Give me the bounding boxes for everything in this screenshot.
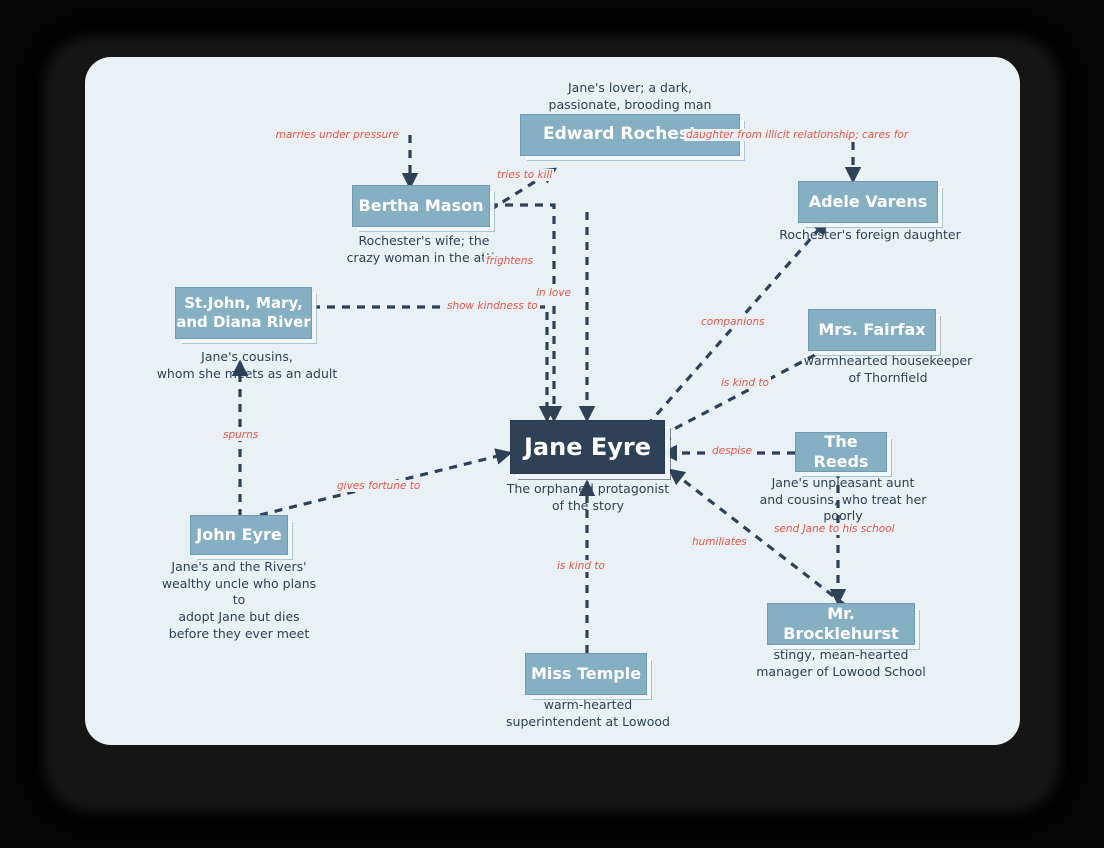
diagram-canvas: Edward Rochester Jane's lover; a dark, p… — [85, 57, 1020, 745]
edge-label-bertha-jane-kill: tries to kill — [495, 169, 555, 181]
node-label: Mr. Brocklehurst — [783, 604, 899, 643]
edge-label-temple-jane: is kind to — [555, 560, 607, 572]
edge-label-brocklehurst-jane: humiliates — [690, 536, 749, 548]
edge-fairfax-jane — [652, 353, 816, 441]
edge-label-rochester-jane: in love — [534, 287, 573, 299]
node-label: Mrs. Fairfax — [818, 320, 926, 339]
edge-bertha-jane-frighten — [490, 203, 563, 423]
node-mr-brocklehurst[interactable]: Mr. Brocklehurst — [767, 603, 915, 645]
node-label: Jane Eyre — [524, 433, 651, 461]
edge-label-reeds-brocklehurst: send Jane to his school — [772, 523, 897, 535]
node-label: Bertha Mason — [358, 196, 484, 215]
edge-label-reeds-jane: despise — [710, 445, 755, 457]
node-mrs-fairfax[interactable]: Mrs. Fairfax — [808, 309, 936, 351]
edge-label-rochester-adele: daughter from illicit relationship; care… — [684, 129, 911, 141]
node-label: Adele Varens — [808, 192, 928, 211]
node-bertha-mason[interactable]: Bertha Mason — [352, 185, 490, 227]
node-john-eyre[interactable]: John Eyre — [190, 515, 288, 555]
node-label: John Eyre — [196, 525, 282, 544]
screen-background: Edward Rochester Jane's lover; a dark, p… — [0, 0, 1104, 848]
node-label: Miss Temple — [530, 664, 642, 683]
edge-label-bertha-jane-frighten: frightens — [484, 255, 535, 267]
node-rivers-siblings[interactable]: St.John, Mary, and Diana River — [175, 287, 312, 339]
edge-rivers-jane — [312, 305, 556, 423]
node-label: The Reeds — [813, 432, 869, 471]
edge-label-rivers-jane: show kindness to — [445, 300, 540, 312]
node-jane-eyre[interactable]: Jane Eyre — [510, 420, 665, 474]
edge-label-jane-adele: companions — [699, 316, 767, 328]
node-adele-varens[interactable]: Adele Varens — [798, 181, 938, 223]
edge-label-johneyre-jane: gives fortune to — [335, 480, 423, 492]
node-label: St.John, Mary, and Diana River — [176, 294, 311, 331]
edge-jane-adele — [635, 218, 829, 439]
edge-rochester-adele — [740, 133, 862, 184]
edge-label-fairfax-jane: is kind to — [719, 377, 771, 389]
node-the-reeds[interactable]: The Reeds — [795, 432, 887, 472]
edge-label-bertha-rochester: marries under pressure — [273, 129, 401, 141]
edge-label-johneyre-rivers: spurns — [221, 429, 261, 441]
node-miss-temple[interactable]: Miss Temple — [525, 653, 647, 695]
